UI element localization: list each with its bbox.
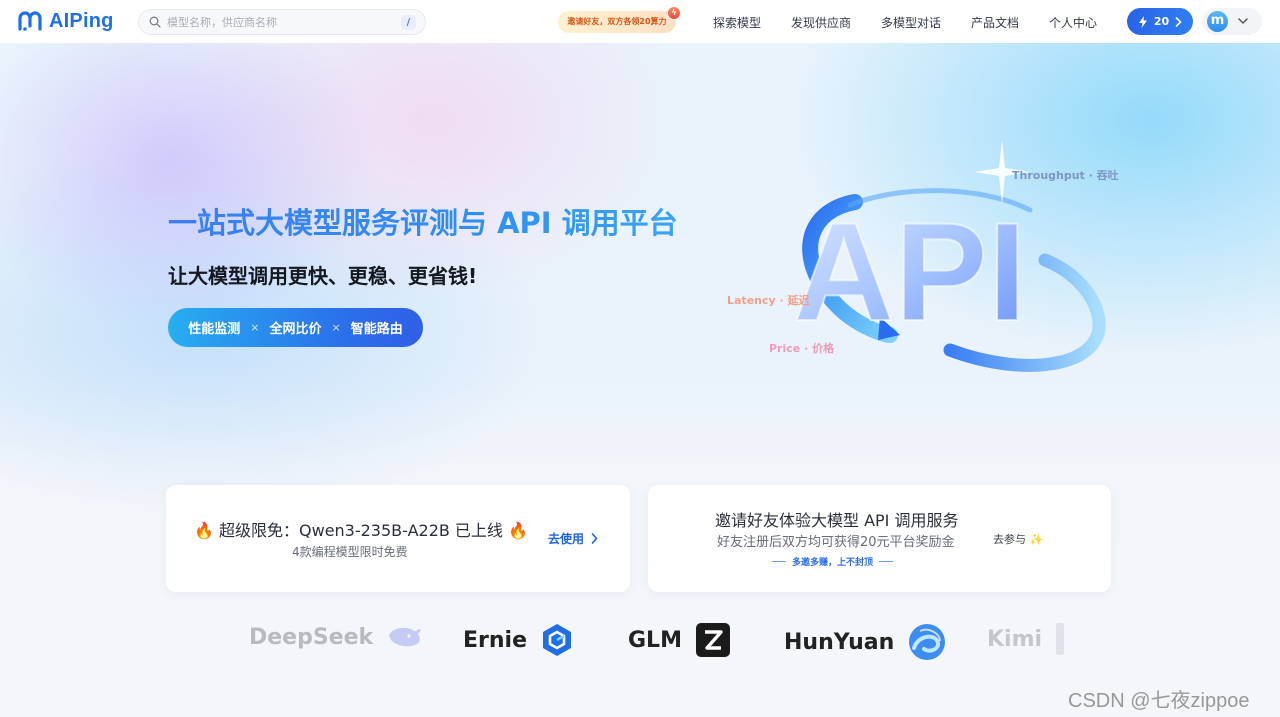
- avatar: m: [1207, 11, 1228, 32]
- search-input[interactable]: [167, 15, 387, 29]
- metric-throughput: Throughput · 吞吐: [1012, 169, 1119, 182]
- brand-name: Kimi: [987, 626, 1043, 652]
- promo-use-button[interactable]: 去使用: [548, 530, 598, 547]
- search-icon: [149, 16, 161, 28]
- kimi-icon: [1056, 623, 1065, 655]
- brand-name: GLM: [628, 627, 682, 653]
- feature-smart-routing: 智能路由: [350, 322, 403, 337]
- promo-card-subtitle: 4款编程模型限时免费: [292, 545, 408, 559]
- brand-name: DeepSeek: [249, 624, 374, 650]
- z-square-icon: [695, 623, 730, 657]
- feature-separator: ×: [331, 321, 341, 334]
- hero-subtitle: 让大模型调用更快、更稳、更省钱!: [168, 264, 478, 288]
- chevron-right-icon: [1175, 16, 1182, 27]
- hero-title: 一站式大模型服务评测与 API 调用平台: [168, 200, 678, 242]
- logo[interactable]: AIPing: [17, 9, 114, 33]
- brand-name: Ernie: [463, 627, 528, 653]
- nav-explore-models[interactable]: 探索模型: [713, 14, 761, 31]
- nav-personal-center[interactable]: 个人中心: [1049, 14, 1097, 31]
- invite-card-tag: 多邀多赚，上不封顶: [772, 555, 894, 568]
- ernie-hex-icon: [543, 624, 572, 656]
- promo-use-label: 去使用: [548, 532, 585, 546]
- feature-pill: 性能监测 × 全网比价 × 智能路由: [168, 308, 423, 347]
- credits-count: 20: [1153, 15, 1170, 28]
- top-navigation-bar: AIPing / 邀请好友，双方各领20算力 ϟ 探索模型 发现供应商 多模型对…: [0, 0, 1280, 43]
- credits-button[interactable]: 20: [1127, 8, 1193, 35]
- brand-kimi[interactable]: Kimi: [987, 623, 1072, 655]
- hunyuan-swirl-icon: [909, 624, 946, 660]
- feature-performance: 性能监测: [188, 322, 241, 337]
- watermark: CSDN @七夜zippoe: [1068, 690, 1250, 712]
- feature-price-compare: 全网比价: [269, 322, 322, 337]
- bolt-icon: [1138, 15, 1147, 28]
- nav-discover-providers[interactable]: 发现供应商: [791, 14, 851, 31]
- feature-separator: ×: [250, 321, 260, 334]
- brand-name: HunYuan: [784, 629, 895, 655]
- brand-glm[interactable]: GLM: [628, 623, 730, 657]
- logo-text: AIPing: [49, 9, 114, 32]
- invite-card-title: 邀请好友体验大模型 API 调用服务: [715, 511, 959, 530]
- promo-card-title: 🔥 超级限免：Qwen3-235B-A22B 已上线 🔥: [194, 521, 528, 540]
- brand-ernie[interactable]: Ernie: [463, 623, 573, 657]
- user-menu[interactable]: m: [1202, 8, 1262, 35]
- nav-product-docs[interactable]: 产品文档: [971, 14, 1019, 31]
- invite-promo-badge[interactable]: 邀请好友，双方各领20算力: [558, 11, 676, 33]
- logo-icon: [18, 11, 42, 31]
- promo-card: 🔥 超级限免：Qwen3-235B-A22B 已上线 🔥 4款编程模型限时免费 …: [166, 485, 630, 592]
- invite-join-label: 去参与: [993, 533, 1026, 546]
- metric-price: Price · 价格: [769, 342, 835, 355]
- search-box[interactable]: /: [138, 9, 426, 35]
- metric-latency: Latency · 延迟: [727, 294, 810, 307]
- invite-tag-text: 多邀多赚，上不封顶: [792, 558, 874, 568]
- sparkle-icon: ✨: [1029, 533, 1044, 546]
- invite-join-button[interactable]: 去参与 ✨: [993, 531, 1043, 547]
- nav-multi-model-chat[interactable]: 多模型对话: [881, 14, 941, 31]
- search-shortcut-badge: /: [401, 15, 416, 30]
- api-art-text: API: [793, 193, 1026, 350]
- chevron-down-icon: [1238, 18, 1248, 25]
- divider: [772, 561, 786, 562]
- chevron-right-icon: [591, 533, 598, 544]
- whale-icon: [389, 627, 422, 647]
- invite-card-subtitle: 好友注册后双方均可获得20元平台奖励金: [717, 535, 955, 550]
- invite-card: 邀请好友体验大模型 API 调用服务 好友注册后双方均可获得20元平台奖励金 多…: [648, 485, 1111, 592]
- divider: [879, 561, 894, 562]
- lightning-icon: ϟ: [667, 6, 681, 20]
- brand-deepseek[interactable]: DeepSeek: [249, 623, 423, 651]
- brand-hunyuan[interactable]: HunYuan: [784, 623, 946, 661]
